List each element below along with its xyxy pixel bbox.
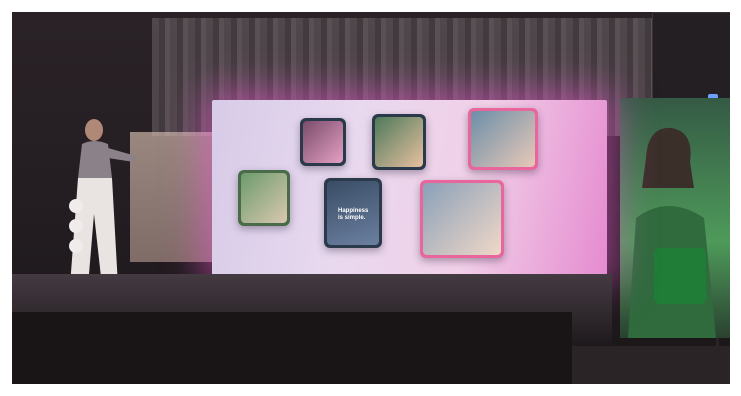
phone-open-center: Happiness is simple. — [324, 178, 382, 248]
left-promo-banner — [130, 132, 218, 262]
phone-tent-top-right — [468, 108, 538, 170]
banner-model-figure — [628, 127, 716, 338]
phone-tent-top-middle — [372, 114, 426, 170]
speaker-cabinet — [652, 12, 730, 110]
screen-tagline: Happiness is simple. — [338, 208, 369, 221]
led-display-screen: Happiness is simple. — [212, 100, 607, 278]
presenter-figure — [62, 118, 142, 288]
phone-open-left — [238, 170, 290, 226]
stage-front-edge — [12, 312, 572, 384]
event-photo: Happiness is simple. — [12, 12, 730, 384]
phone-open-right — [420, 180, 504, 258]
right-promo-banner — [620, 98, 730, 338]
phone-tent-top-left — [300, 118, 346, 166]
